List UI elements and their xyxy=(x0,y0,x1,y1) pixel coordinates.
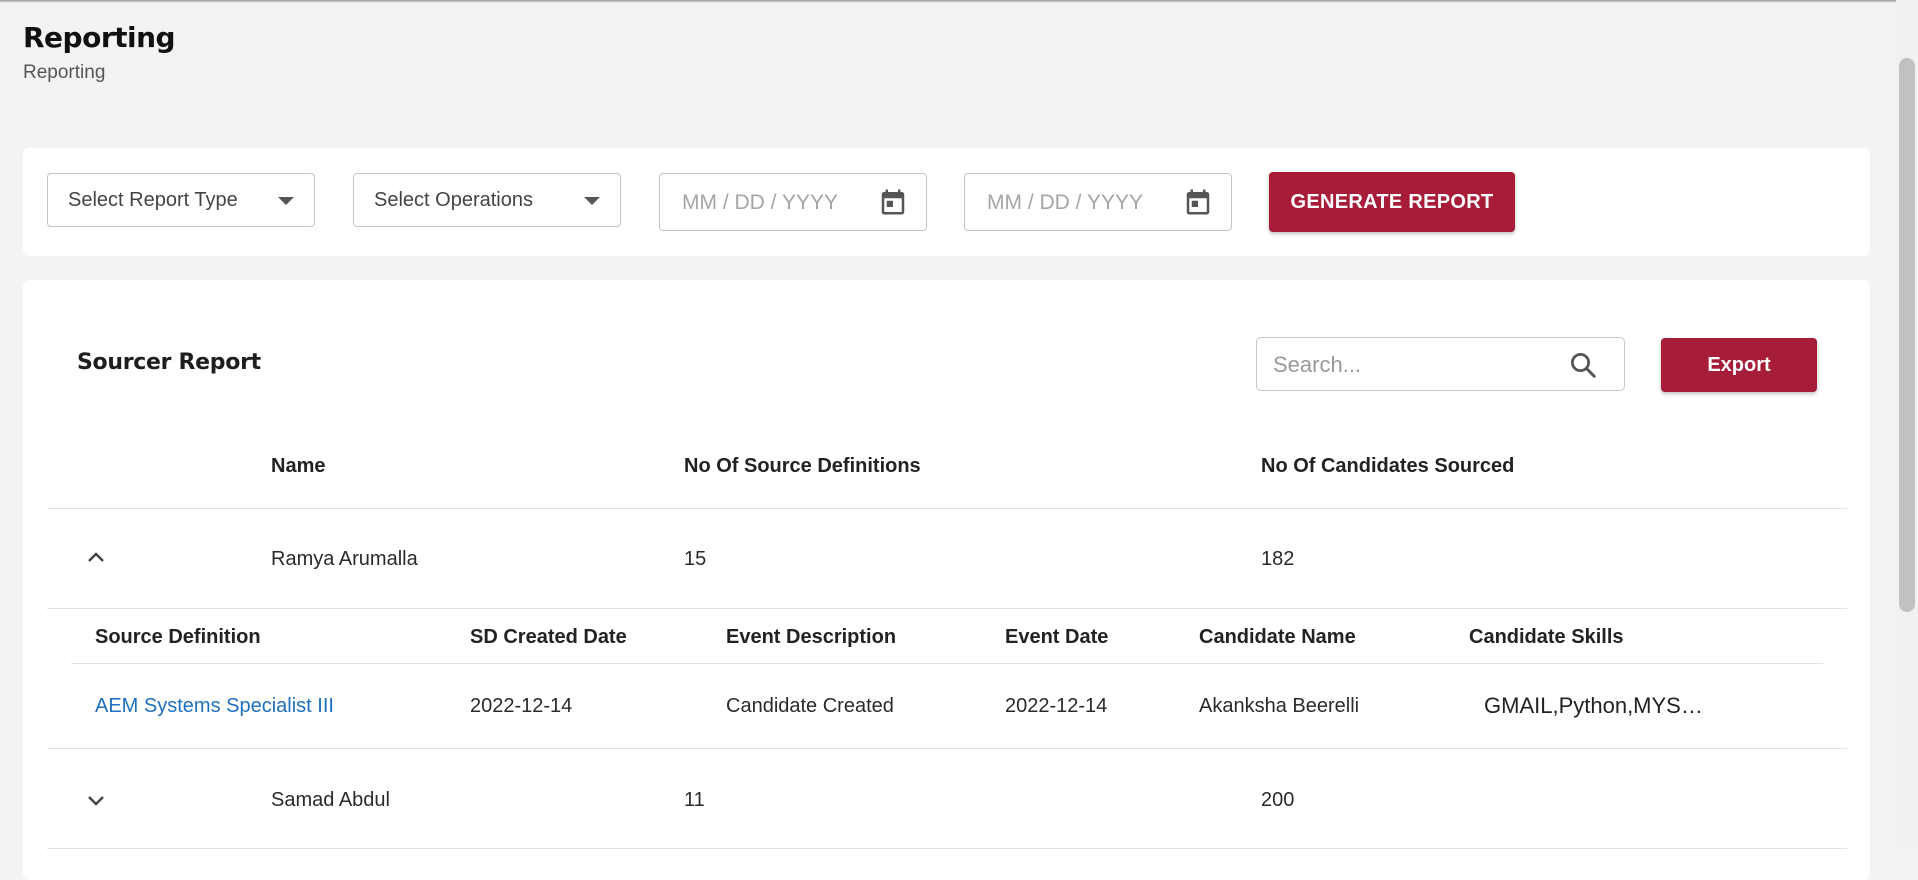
divider xyxy=(47,748,1847,749)
search-field xyxy=(1256,337,1625,391)
row-name: Ramya Arumalla xyxy=(271,548,418,570)
page-header: Reporting Reporting xyxy=(23,20,176,84)
report-title: Sourcer Report xyxy=(77,350,261,375)
divider xyxy=(47,508,1847,509)
search-input[interactable] xyxy=(1271,350,1555,380)
row-source-definitions: 15 xyxy=(684,548,707,570)
breadcrumb: Reporting xyxy=(23,62,106,83)
calendar-icon[interactable] xyxy=(1183,187,1213,217)
scrollbar-thumb[interactable] xyxy=(1899,58,1915,612)
detail-header-event-date: Event Date xyxy=(1005,626,1109,648)
event-date: 2022-12-14 xyxy=(1005,695,1108,717)
operations-select-label: Select Operations xyxy=(374,188,533,211)
row-name: Samad Abdul xyxy=(271,789,390,811)
chevron-up-icon[interactable] xyxy=(84,546,108,570)
row-source-definitions: 11 xyxy=(684,789,705,811)
detail-header-event-description: Event Description xyxy=(726,626,897,648)
detail-header-sd-created-date: SD Created Date xyxy=(470,626,627,648)
detail-header-candidate-skills: Candidate Skills xyxy=(1469,626,1624,648)
end-date-field xyxy=(964,173,1232,231)
report-type-select[interactable]: Select Report Type xyxy=(47,173,315,227)
source-definition-link[interactable]: AEM Systems Specialist III xyxy=(95,695,334,718)
column-header-source-definitions[interactable]: No Of Source Definitions xyxy=(684,455,921,478)
divider xyxy=(71,663,1823,664)
detail-header-candidate-name: Candidate Name xyxy=(1199,626,1356,648)
calendar-icon[interactable] xyxy=(878,187,908,217)
page-title: Reporting xyxy=(23,21,176,54)
candidate-skills: GMAIL,Python,MYSQL xyxy=(1484,693,1704,718)
operations-select[interactable]: Select Operations xyxy=(353,173,621,227)
caret-down-icon xyxy=(584,197,600,205)
detail-header-source-definition: Source Definition xyxy=(95,626,261,648)
row-candidates-sourced: 200 xyxy=(1261,789,1295,811)
divider xyxy=(47,608,1847,609)
row-candidates-sourced: 182 xyxy=(1261,548,1295,570)
caret-down-icon xyxy=(278,197,294,205)
search-icon[interactable] xyxy=(1568,350,1598,380)
filter-card: Select Report Type Select Operations GEN… xyxy=(23,148,1870,256)
column-header-candidates-sourced[interactable]: No Of Candidates Sourced xyxy=(1261,455,1514,478)
divider xyxy=(47,848,1847,849)
candidate-name: Akanksha Beerelli xyxy=(1199,695,1360,717)
start-date-field xyxy=(659,173,927,231)
sd-created-date: 2022-12-14 xyxy=(470,695,573,717)
chevron-down-icon[interactable] xyxy=(84,788,108,812)
generate-report-button[interactable]: GENERATE REPORT xyxy=(1269,172,1515,232)
event-description: Candidate Created xyxy=(726,695,894,717)
column-header-name[interactable]: Name xyxy=(271,455,325,478)
report-type-select-label: Select Report Type xyxy=(68,188,238,211)
end-date-input[interactable] xyxy=(985,188,1159,218)
report-card: Sourcer Report Export Name No Of Source … xyxy=(23,280,1870,880)
vertical-scrollbar[interactable] xyxy=(1896,0,1918,850)
top-shadow xyxy=(0,0,1918,3)
export-button[interactable]: Export xyxy=(1661,338,1817,392)
start-date-input[interactable] xyxy=(680,188,854,218)
